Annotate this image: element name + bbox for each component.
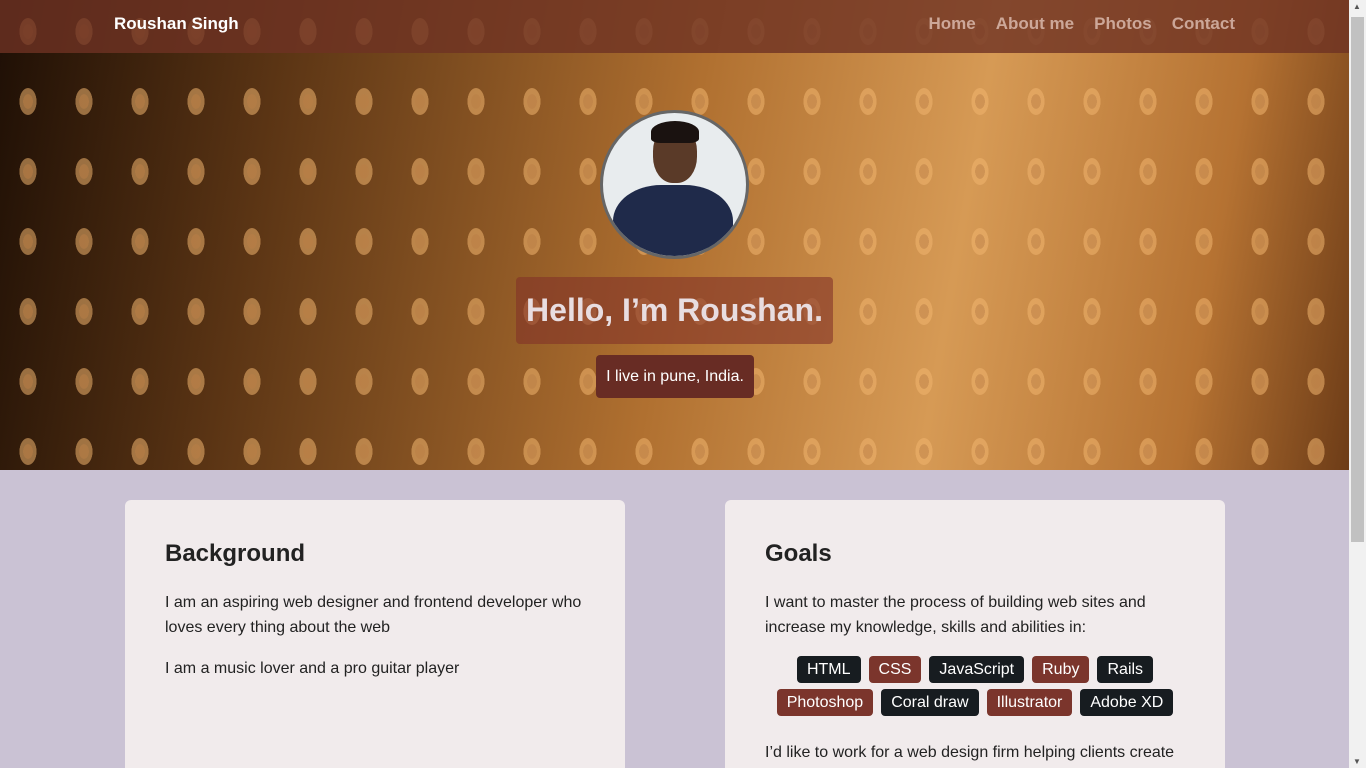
goals-intro: I want to master the process of building… (765, 594, 1146, 636)
skill-tag: HTML (796, 656, 861, 683)
background-paragraph: I am an aspiring web designer and fronte… (165, 594, 582, 636)
skill-tag: CSS (868, 656, 922, 683)
profile-avatar (600, 110, 749, 259)
nav-contact[interactable]: Contact (1172, 14, 1235, 34)
brand-link[interactable]: Roushan Singh (114, 14, 239, 34)
skill-tag: Illustrator (986, 689, 1073, 716)
background-title: Background (165, 540, 306, 567)
skill-tag: JavaScript (929, 656, 1025, 683)
goals-outro: I’d like to work for a web design firm h… (765, 744, 1175, 761)
navbar: Roushan Singh Home About me Photos Conta… (0, 0, 1349, 53)
scrollbar-thumb[interactable] (1351, 17, 1364, 542)
nav-photos[interactable]: Photos (1094, 14, 1152, 34)
nav-about[interactable]: About me (996, 14, 1074, 34)
skill-tag: Ruby (1032, 656, 1090, 683)
goals-title: Goals (765, 540, 832, 567)
hero-section: Hello, I’m Roushan. I live in pune, Indi… (0, 0, 1349, 470)
goals-card: Goals I want to master the process of bu… (725, 500, 1225, 768)
hero-heading: Hello, I’m Roushan. (516, 277, 833, 344)
skill-tag: Photoshop (776, 689, 874, 716)
skill-tag: Coral draw (881, 689, 979, 716)
skill-tag: Rails (1097, 656, 1154, 683)
skill-tags: HTML CSS JavaScript Ruby Rails Photoshop Coral… (765, 656, 1185, 716)
scroll-down-icon[interactable]: ▼ (1353, 757, 1361, 766)
nav-home[interactable]: Home (928, 14, 975, 34)
scrollbar[interactable]: ▲ ▼ (1349, 0, 1366, 768)
scroll-up-icon[interactable]: ▲ (1353, 2, 1361, 11)
background-card: Background I am an aspiring web designer… (125, 500, 625, 768)
skill-tag: Adobe XD (1080, 689, 1174, 716)
hero-subheading: I live in pune, India. (596, 355, 754, 398)
background-paragraph: I am a music lover and a pro guitar play… (165, 660, 460, 677)
